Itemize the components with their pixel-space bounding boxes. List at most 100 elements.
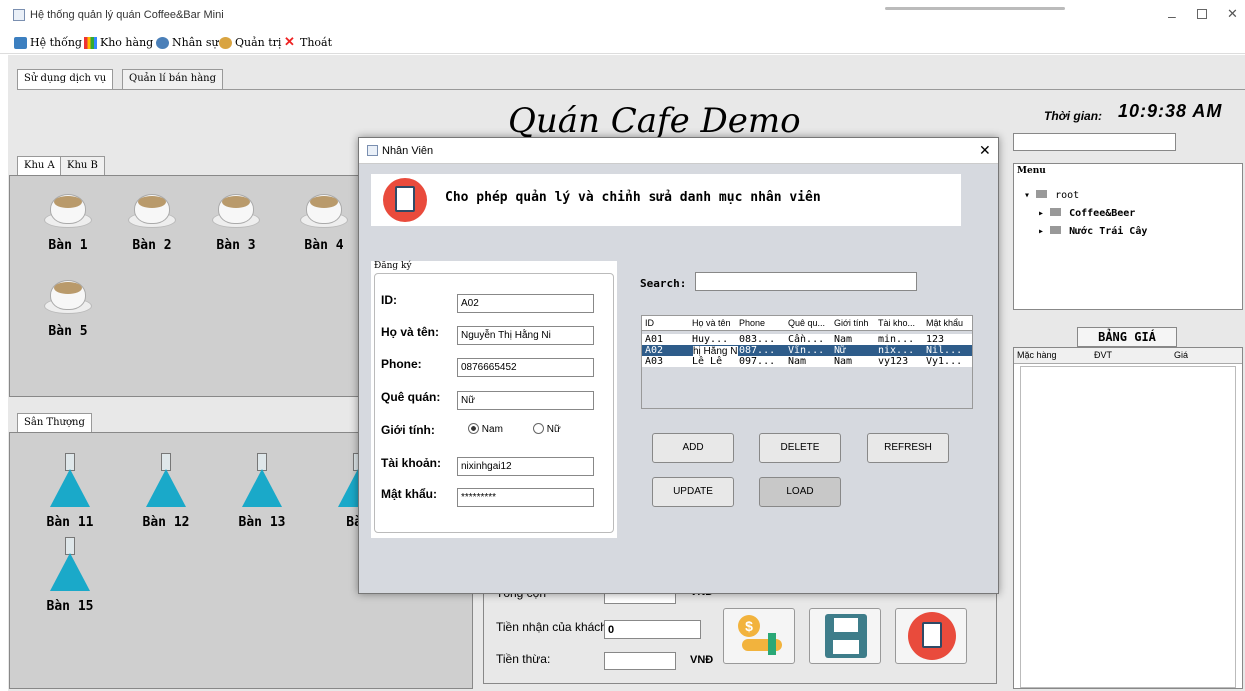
password-input[interactable]: ********* — [457, 488, 594, 507]
change-label: Tiền thừa: — [496, 652, 551, 666]
name-input[interactable]: Nguyễn Thị Hằng Ni — [457, 326, 594, 345]
table-row[interactable]: A03 Lê Lê 097... Nam Nam vy123 Vy1... — [642, 356, 972, 367]
table-ban-11[interactable]: Bàn 11 — [40, 453, 100, 530]
table-row-selected[interactable]: A02 hị Hằng Ni 087... Vĩn... Nữ nix... N… — [642, 345, 972, 358]
close-window-button[interactable]: ✕ — [1227, 6, 1238, 22]
employee-table: ID Họ và tên Phone Quê qu... Giới tính T… — [641, 315, 973, 409]
table-row[interactable]: A01 Huy... 083... Cần... Nam min... 123 — [642, 334, 972, 345]
time-value: 10:9:38 AM — [1118, 101, 1223, 121]
table-ban-5[interactable]: Bàn 5 — [38, 274, 98, 339]
money-hand-icon: $ — [738, 615, 760, 637]
minimize-button[interactable]: – — [1168, 8, 1176, 24]
tab-quan-li-ban-hang[interactable]: Quản lí bán hàng — [122, 69, 224, 89]
id-label: ID: — [381, 293, 397, 307]
tree-node-root[interactable]: ▾ root — [1024, 190, 1079, 201]
tab-san-thuong[interactable]: Sân Thượng — [17, 413, 92, 433]
employee-dialog: Nhân Viên ✕ Cho phép quản lý và chỉnh sử… — [358, 137, 999, 594]
radio-unselected-icon — [533, 423, 544, 434]
delete-button[interactable]: DELETE — [759, 433, 841, 463]
window-titlebar: Hệ thống quản lý quán Coffee&Bar Mini – … — [0, 0, 1245, 32]
cell: 123 — [926, 334, 945, 345]
col-mat-khau[interactable]: Mật khẩu — [926, 318, 963, 328]
menu-label: Kho hàng — [100, 36, 154, 49]
phone-label: Phone: — [381, 357, 422, 371]
col-dvt[interactable]: ĐVT — [1094, 350, 1112, 360]
table-ban-12[interactable]: Bàn 12 — [136, 453, 196, 530]
coffee-cup-icon — [298, 188, 350, 234]
id-input[interactable]: A02 — [457, 294, 594, 313]
menu-quan-tri[interactable]: Quản trị — [219, 35, 281, 51]
price-table: Mặc hàng ĐVT Giá — [1013, 347, 1243, 689]
tree-node-label: Nước Trái Cây — [1069, 226, 1148, 237]
col-mac-hang[interactable]: Mặc hàng — [1017, 350, 1057, 360]
col-gioi-tinh[interactable]: Giới tính — [834, 318, 868, 328]
menu-label: Thoát — [300, 36, 333, 49]
table-ban-2[interactable]: Bàn 2 — [122, 188, 182, 253]
cell: Nam — [788, 356, 807, 367]
coffee-cup-icon — [42, 188, 94, 234]
update-button[interactable]: UPDATE — [652, 477, 734, 507]
menu-thoat[interactable]: ✕ Thoát — [284, 35, 332, 51]
close-x-icon: ✕ — [284, 35, 295, 50]
table-header: ID Họ và tên Phone Quê qu... Giới tính T… — [642, 316, 972, 331]
folder-icon — [1050, 208, 1062, 216]
col-tai-khoan[interactable]: Tài kho... — [878, 318, 915, 328]
col-que-quan[interactable]: Quê qu... — [788, 318, 825, 328]
name-label: Họ và tên: — [381, 325, 440, 339]
title-search-box — [885, 7, 1065, 10]
time-input[interactable] — [1013, 133, 1176, 151]
coffee-cup-icon — [210, 188, 262, 234]
received-label: Tiền nhận của khách: — [496, 620, 611, 634]
change-unit: VNĐ — [690, 654, 714, 666]
menu-kho-hang[interactable]: Kho hàng — [84, 35, 153, 51]
table-label: Bàn 12 — [142, 515, 190, 530]
tab-khu-a[interactable]: Khu A — [17, 156, 62, 176]
save-button[interactable] — [809, 608, 881, 664]
flask-icon — [144, 453, 188, 511]
table-ban-13[interactable]: Bàn 13 — [232, 453, 292, 530]
tab-su-dung-dich-vu[interactable]: Sử dụng dịch vụ — [17, 69, 114, 89]
menubar: Hệ thống Kho hàng Nhân sự Quản trị ✕ Tho… — [0, 32, 1245, 54]
received-input[interactable]: 0 — [604, 620, 701, 639]
table-ban-4[interactable]: Bàn 4 — [294, 188, 354, 253]
expand-arrow-icon: ▾ — [1024, 190, 1031, 201]
col-gia[interactable]: Giá — [1174, 350, 1188, 360]
tab-khu-b[interactable]: Khu B — [60, 156, 105, 176]
invoice-button[interactable] — [895, 608, 967, 664]
cell: A01 — [645, 334, 664, 345]
account-input[interactable]: nixinhgai12 — [457, 457, 594, 476]
search-input[interactable] — [695, 272, 917, 291]
menu-he-thong[interactable]: Hệ thống — [14, 35, 82, 51]
clipboard-icon — [908, 612, 956, 660]
maximize-button[interactable] — [1197, 9, 1207, 19]
refresh-button[interactable]: REFRESH — [867, 433, 949, 463]
app-icon — [13, 9, 25, 21]
load-button[interactable]: LOAD — [759, 477, 841, 507]
pay-button[interactable]: $ — [723, 608, 795, 664]
tree-node-coffee-beer[interactable]: ▸ Coffee&Beer — [1038, 208, 1135, 219]
phone-input[interactable]: 0876665452 — [457, 358, 594, 377]
dialog-banner: Cho phép quản lý và chỉnh sửa danh mục n… — [371, 174, 961, 226]
menu-label: Quản trị — [235, 36, 282, 49]
add-button[interactable]: ADD — [652, 433, 734, 463]
table-ban-15[interactable]: Bàn 15 — [40, 537, 100, 614]
staff-icon — [156, 37, 169, 49]
table-ban-3[interactable]: Bàn 3 — [206, 188, 266, 253]
menu-nhan-su[interactable]: Nhân sự — [156, 35, 219, 51]
group-title: Đăng ký — [374, 261, 412, 271]
table-ban-1[interactable]: Bàn 1 — [38, 188, 98, 253]
col-id[interactable]: ID — [645, 318, 654, 328]
col-phone[interactable]: Phone — [739, 318, 765, 328]
tab-divider — [17, 89, 1245, 90]
change-input[interactable] — [604, 652, 676, 670]
dialog-close-button[interactable]: ✕ — [979, 142, 991, 159]
col-ho-ten[interactable]: Họ và tên — [692, 318, 731, 328]
cell: 083... — [739, 334, 776, 345]
hometown-input[interactable]: Nữ — [457, 391, 594, 410]
gender-radio-nam[interactable]: Nam — [468, 423, 503, 435]
cell: A02 — [645, 345, 664, 356]
gender-radio-nu[interactable]: Nữ — [533, 423, 561, 435]
table-label: Bàn 15 — [46, 599, 94, 614]
window-title: Hệ thống quản lý quán Coffee&Bar Mini — [30, 9, 224, 21]
tree-node-nuoc-trai-cay[interactable]: ▸ Nước Trái Cây — [1038, 226, 1147, 237]
